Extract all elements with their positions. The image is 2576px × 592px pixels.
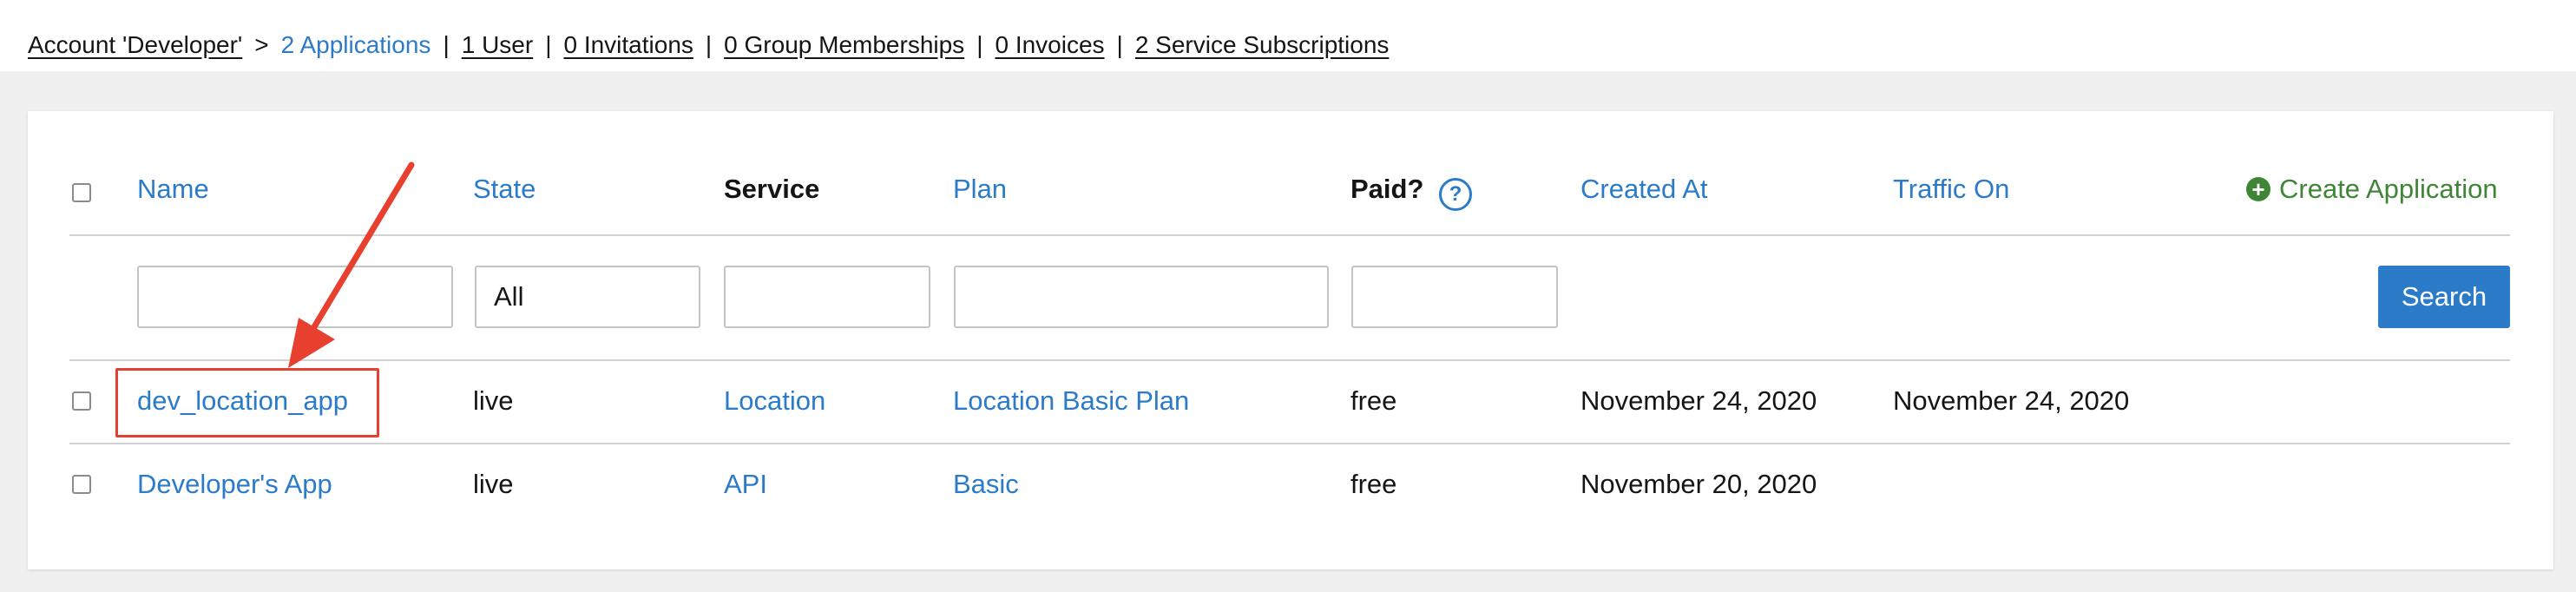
arrow-annotation xyxy=(288,161,415,368)
